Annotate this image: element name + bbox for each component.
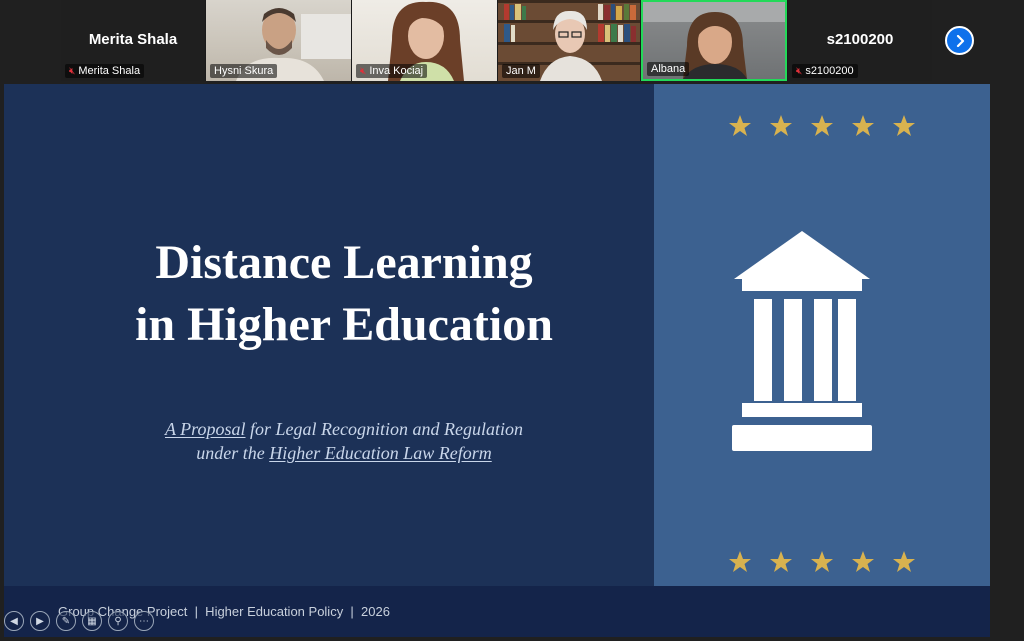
next-slide-icon[interactable]: ▶ [30, 611, 50, 631]
star-row-bottom [654, 550, 990, 574]
slide-control-bar: ◀ ▶ ✎ ▦ ⚲ ⋯ [4, 611, 154, 631]
participant-tile-albana-active-speaker[interactable]: Albana [641, 0, 787, 81]
participant-name: Jan M [506, 65, 536, 77]
star-icon [729, 551, 751, 572]
participant-tile-jan-m[interactable]: Jan M [498, 0, 640, 81]
participant-name-label: 🔇︎ Inva Kociaj [356, 64, 428, 78]
slide-side-panel [654, 84, 990, 586]
mic-muted-icon: 🔇︎ [360, 65, 367, 77]
slide-title: Distance Learning in Higher Education [4, 232, 684, 356]
mic-muted-icon: 🔇︎ [796, 65, 803, 77]
pen-icon[interactable]: ✎ [56, 611, 76, 631]
participant-name-label: 🔇︎ s2100200 [792, 64, 858, 78]
slide-subtitle: A Proposal for Legal Recognition and Reg… [4, 417, 684, 465]
star-icon [811, 551, 833, 572]
participant-display-name: Merita Shala [88, 31, 178, 48]
participant-name: Merita Shala [78, 65, 141, 77]
star-row-top [654, 114, 990, 138]
more-icon[interactable]: ⋯ [134, 611, 154, 631]
slide-title-line-2: in Higher Education [135, 298, 553, 351]
star-icon [770, 115, 792, 136]
star-icon [811, 115, 833, 136]
participant-tile-merita-shala[interactable]: Merita Shala 🔇︎ Merita Shala [61, 0, 205, 81]
participant-strip: Merita Shala 🔇︎ Merita Shala Hysni Skura… [61, 0, 932, 81]
subtitle-link-proposal: A Proposal [165, 419, 246, 439]
participant-name: Inva Kociaj [369, 65, 424, 77]
star-icon [893, 115, 915, 136]
institution-building-icon [732, 231, 872, 451]
participant-tile-inva-kociaj[interactable]: 🔇︎ Inva Kociaj [352, 0, 497, 81]
participant-name: Albana [651, 63, 686, 75]
participant-tile-hysni-skura[interactable]: Hysni Skura [206, 0, 351, 81]
participant-name-label: Jan M [502, 64, 540, 78]
mic-muted-icon: 🔇︎ [69, 65, 76, 77]
star-icon [852, 115, 874, 136]
participant-display-name: s2100200 [826, 31, 894, 48]
shared-slide: Distance Learning in Higher Education A … [4, 84, 990, 637]
slide-title-line-1: Distance Learning [155, 236, 533, 289]
participant-name-label: Hysni Skura [210, 64, 278, 78]
star-icon [852, 551, 874, 572]
subtitle-text: under the [196, 443, 270, 463]
previous-slide-icon[interactable]: ◀ [4, 611, 24, 631]
participant-name: s2100200 [805, 65, 854, 77]
subtitle-link-law-reform: Higher Education Law Reform [269, 443, 492, 463]
chevron-right-icon [956, 34, 964, 47]
zoom-icon[interactable]: ⚲ [108, 611, 128, 631]
star-icon [770, 551, 792, 572]
slides-grid-icon[interactable]: ▦ [82, 611, 102, 631]
star-icon [893, 551, 915, 572]
star-icon [729, 115, 751, 136]
participant-name: Hysni Skura [214, 65, 274, 77]
participant-name-label: Albana [647, 62, 690, 76]
participant-tile-s2100200[interactable]: s2100200 🔇︎ s2100200 [788, 0, 932, 81]
participant-name-label: 🔇︎ Merita Shala [65, 64, 145, 78]
next-participants-button[interactable] [945, 26, 974, 55]
subtitle-text: for Legal Recognition and Regulation [245, 419, 523, 439]
